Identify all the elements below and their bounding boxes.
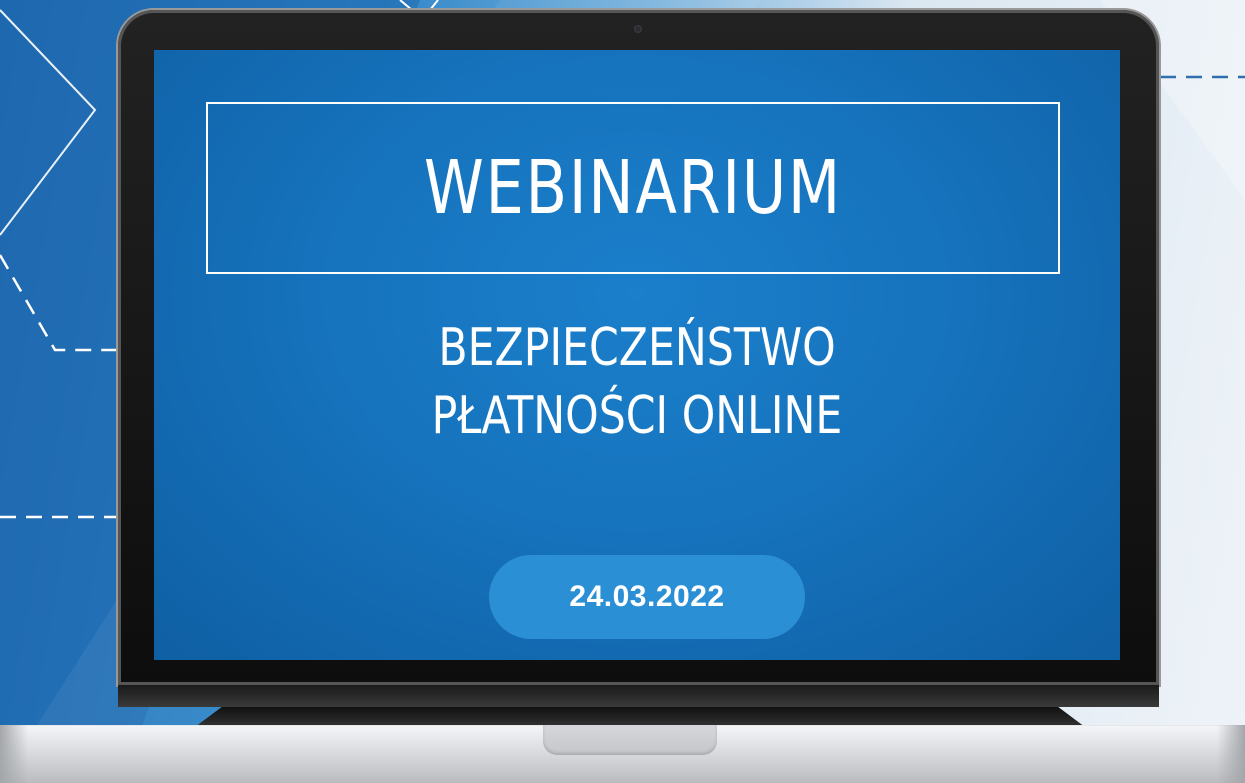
laptop-opening-notch <box>543 725 717 755</box>
title-frame: WEBINARIUM <box>206 102 1060 274</box>
laptop-base-left-edge <box>0 725 28 783</box>
laptop-keyboard-edge <box>195 707 1085 727</box>
webinar-title: WEBINARIUM <box>424 145 842 231</box>
laptop-screen: WEBINARIUM BEZPIECZEŃSTWO PŁATNOŚCI ONLI… <box>154 50 1120 660</box>
date-badge: 24.03.2022 <box>489 555 805 639</box>
laptop-lid: WEBINARIUM BEZPIECZEŃSTWO PŁATNOŚCI ONLI… <box>118 10 1159 685</box>
laptop-hinge <box>118 685 1159 707</box>
laptop-camera-icon <box>634 25 642 33</box>
webinar-date: 24.03.2022 <box>569 580 725 613</box>
webinar-subtitle: BEZPIECZEŃSTWO PŁATNOŚCI ONLINE <box>154 314 1120 450</box>
laptop-base-right-edge <box>1217 725 1245 783</box>
subtitle-line-1: BEZPIECZEŃSTWO <box>438 318 836 378</box>
banner: WEBINARIUM BEZPIECZEŃSTWO PŁATNOŚCI ONLI… <box>0 0 1245 783</box>
subtitle-line-2: PŁATNOŚCI ONLINE <box>431 386 843 446</box>
